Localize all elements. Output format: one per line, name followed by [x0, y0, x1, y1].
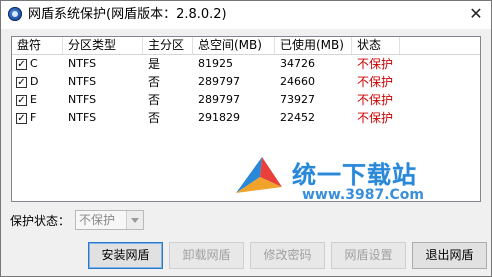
column-header-used[interactable]: 已使用(MB): [275, 37, 352, 54]
primary-flag: 否: [148, 111, 161, 125]
fs-type: NTFS: [68, 75, 97, 88]
status-text: 不保护: [357, 93, 394, 107]
status-text: 不保护: [357, 111, 394, 125]
table-row[interactable]: ✓ C NTFS 是 81925 34726 不保护: [12, 55, 480, 73]
total-space: 289797: [198, 75, 240, 88]
fs-type: NTFS: [68, 93, 97, 106]
watermark-title: 统一下载站: [292, 161, 417, 189]
drive-checkbox[interactable]: ✓: [16, 59, 27, 70]
chevron-down-icon[interactable]: [126, 211, 143, 229]
used-space: 34726: [280, 57, 315, 70]
protection-status-select[interactable]: 不保护: [75, 210, 144, 230]
shield-app-icon: [8, 7, 22, 21]
table-row[interactable]: ✓ D NTFS 否 289797 24660 不保护: [12, 73, 480, 91]
table-row[interactable]: ✓ E NTFS 否 289797 73927 不保护: [12, 91, 480, 109]
drive-letter: C: [30, 57, 38, 70]
change-password-button[interactable]: 修改密码: [250, 242, 325, 269]
app-window: 网盾系统保护(网盾版本：2.8.0.2) ✕ 盘符 分区类型 主分区 总空间(M…: [0, 0, 492, 277]
primary-flag: 否: [148, 75, 161, 89]
protection-status-label: 保护状态：: [10, 214, 71, 228]
column-header-total[interactable]: 总空间(MB): [193, 37, 275, 54]
watermark-logo-icon: [236, 157, 282, 193]
used-space: 24660: [280, 75, 315, 88]
primary-flag: 否: [148, 93, 161, 107]
uninstall-button[interactable]: 卸载网盾: [169, 242, 244, 269]
window-title: 网盾系统保护(网盾版本：2.8.0.2): [28, 7, 227, 22]
download-site-watermark: 统一下载站 www.3987.Com: [234, 149, 464, 207]
drive-letter: E: [30, 93, 37, 106]
drive-letter: F: [30, 111, 37, 124]
column-header-status[interactable]: 状态: [352, 37, 400, 54]
drive-checkbox[interactable]: ✓: [16, 95, 27, 106]
total-space: 291829: [198, 111, 240, 124]
drive-checkbox[interactable]: ✓: [16, 77, 27, 88]
watermark-url: www.3987.Com: [302, 187, 424, 203]
drive-checkbox[interactable]: ✓: [16, 113, 27, 124]
install-button[interactable]: 安装网盾: [88, 242, 163, 269]
status-text: 不保护: [357, 57, 394, 71]
exit-button[interactable]: 退出网盾: [412, 242, 487, 269]
total-space: 81925: [198, 57, 233, 70]
fs-type: NTFS: [68, 57, 97, 70]
title-bar: 网盾系统保护(网盾版本：2.8.0.2) ✕: [1, 1, 491, 29]
settings-button[interactable]: 网盾设置: [331, 242, 406, 269]
total-space: 289797: [198, 93, 240, 106]
close-button[interactable]: ✕: [465, 3, 487, 25]
column-header-fs[interactable]: 分区类型: [63, 37, 143, 54]
list-header: 盘符 分区类型 主分区 总空间(MB) 已使用(MB) 状态: [12, 37, 480, 55]
table-row[interactable]: ✓ F NTFS 否 291829 22452 不保护: [12, 109, 480, 127]
primary-flag: 是: [148, 57, 161, 71]
drive-letter: D: [30, 75, 39, 88]
used-space: 73927: [280, 93, 315, 106]
protection-status-value: 不保护: [79, 213, 116, 227]
used-space: 22452: [280, 111, 315, 124]
status-text: 不保护: [357, 75, 394, 89]
column-header-drive[interactable]: 盘符: [12, 37, 63, 54]
fs-type: NTFS: [68, 111, 97, 124]
column-header-primary[interactable]: 主分区: [143, 37, 193, 54]
